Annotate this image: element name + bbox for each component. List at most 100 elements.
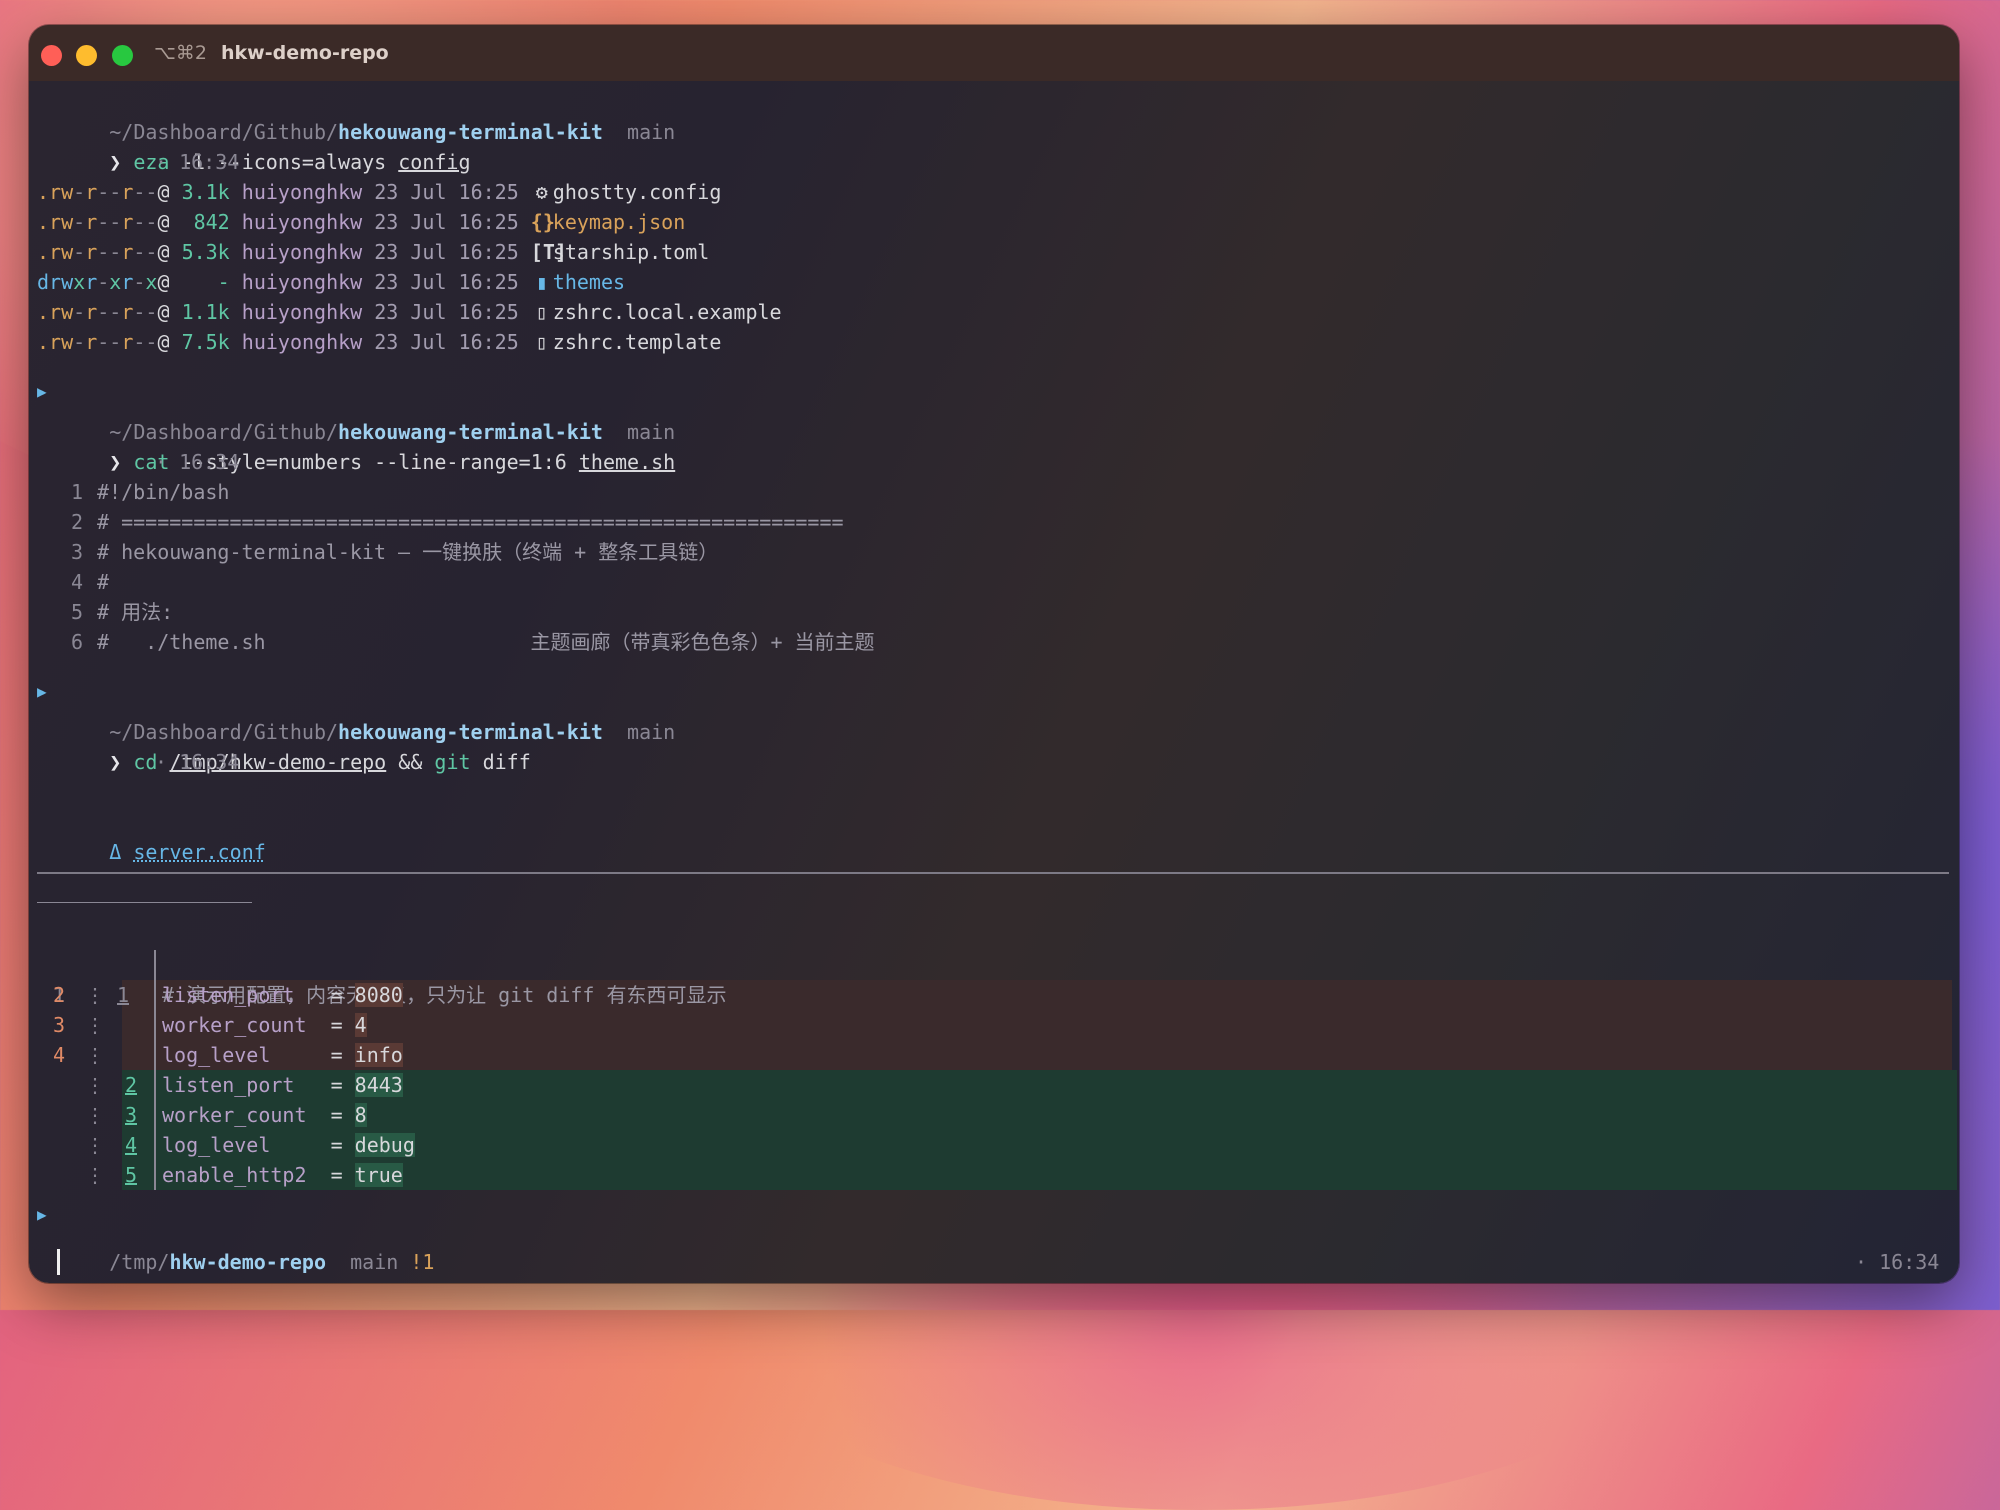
prompt-path-line: ~/Dashboard/Github/hekouwang-terminal-ki…: [37, 87, 675, 144]
command-line: ❯ cat --style=numbers --line-range=1:6 t…: [37, 417, 675, 474]
perm-char: r: [121, 300, 134, 324]
config-eq: =: [318, 1043, 355, 1067]
right-prompt-time: · 16:34: [1855, 1250, 1940, 1274]
code-text: #!/bin/bash: [97, 480, 230, 504]
zoom-button[interactable]: [112, 45, 133, 66]
perm-char: -: [97, 270, 110, 294]
active-command-line[interactable]: ❯: [37, 1247, 121, 1283]
perm-char: -: [133, 210, 146, 234]
perm-char: x: [145, 270, 158, 294]
prompt-chevron: ❯: [109, 750, 122, 774]
perm-flag: @: [157, 180, 170, 204]
command-time: · 16:34: [155, 750, 240, 774]
gutter-dots: ⋮: [85, 1013, 105, 1037]
config-key: enable_http2: [162, 1163, 319, 1187]
perm-flag: @: [157, 300, 170, 324]
prompt-path-line: ~/Dashboard/Github/hekouwang-terminal-ki…: [37, 687, 675, 744]
diff-line-text: listen_port = 8080: [162, 980, 403, 1010]
diff-filename[interactable]: server.conf: [133, 840, 265, 864]
prompt-path-line: /tmp/hkw-demo-repo main !1: [37, 1217, 434, 1274]
config-eq: =: [318, 1163, 355, 1187]
delta-icon: Δ: [109, 840, 122, 864]
listing-row: drwxr-xr-x@ - huiyonghkw 23 Jul 16:25 ▮ t…: [37, 267, 625, 297]
config-value: 8080: [354, 983, 403, 1007]
gutter-dots: ⋮: [85, 1103, 105, 1127]
code-text: # ./theme.sh 主题画廊（带真彩色色条）+ 当前主题: [97, 630, 875, 654]
diff-context-line: 1 ⋮ 1 # 演示用配置，内容无意义，只为让 git diff 有东西可显示: [37, 950, 727, 1007]
json-icon: {}: [530, 210, 555, 234]
perm-char: -: [133, 330, 146, 354]
config-value: 8443: [354, 1073, 403, 1097]
config-value: true: [354, 1163, 403, 1187]
line-number: 2: [71, 510, 84, 534]
diff-line-text: worker_count = 8: [162, 1100, 367, 1130]
file-size: 3.1k: [181, 180, 230, 204]
old-line-number: 4: [53, 1043, 66, 1067]
perm-type: d: [37, 270, 50, 294]
perm-char: r: [49, 300, 62, 324]
command-target[interactable]: theme.sh: [579, 450, 675, 474]
perm-char: -: [73, 330, 86, 354]
perm-char: w: [61, 270, 74, 294]
perm-flag: @: [157, 240, 170, 264]
perm-char: -: [133, 240, 146, 264]
perm-char: -: [73, 300, 86, 324]
perm-type: .: [37, 330, 50, 354]
close-button[interactable]: [41, 45, 62, 66]
perm-char: r: [121, 270, 134, 294]
file-name[interactable]: keymap.json: [553, 210, 685, 234]
perm-char: -: [145, 240, 158, 264]
perm-char: -: [145, 180, 158, 204]
perm-char: r: [85, 210, 98, 234]
diff-line-text: worker_count = 4: [162, 1010, 367, 1040]
perm-char: x: [73, 270, 86, 294]
file-date: 23 Jul 16:25: [374, 300, 519, 324]
file-name[interactable]: zshrc.local.example: [553, 300, 782, 324]
perm-char: -: [133, 300, 146, 324]
git-branch: main: [627, 120, 676, 144]
file-name[interactable]: ghostty.config: [553, 180, 722, 204]
terminal-window[interactable]: ⌥⌘2 hkw-demo-repo ~/Dashboard/Github/hek…: [29, 25, 1959, 1283]
config-key: worker_count: [162, 1013, 319, 1037]
perm-char: -: [109, 330, 122, 354]
perm-char: r: [49, 180, 62, 204]
line-number: 4: [71, 570, 84, 594]
command-line: ❯ eza -l --icons=always config: [37, 117, 470, 174]
added-bg: [122, 1100, 1957, 1130]
new-line-number: 4: [125, 1133, 138, 1157]
terminal-output[interactable]: ~/Dashboard/Github/hekouwang-terminal-ki…: [37, 87, 1957, 1283]
diff-gutter-divider: [154, 950, 156, 1190]
perm-char: -: [109, 240, 122, 264]
perm-char: -: [133, 180, 146, 204]
file-name[interactable]: themes: [553, 270, 625, 294]
listing-row: .rw-r--r--@ 7.5k huiyonghkw 23 Jul 16:25…: [37, 327, 721, 357]
file-icon: ▯: [535, 330, 548, 354]
file-name[interactable]: starship.toml: [553, 240, 710, 264]
new-line-number: 3: [125, 1103, 138, 1127]
toml-icon: [T]: [530, 240, 567, 264]
file-date: 23 Jul 16:25: [374, 180, 519, 204]
config-value: info: [354, 1043, 403, 1067]
perm-type: .: [37, 240, 50, 264]
code-text: # hekouwang-terminal-kit — 一键换肤（终端 + 整条工…: [97, 540, 719, 564]
command-target[interactable]: config: [398, 150, 470, 174]
new-line-number: 1: [117, 983, 130, 1007]
perm-char: r: [121, 210, 134, 234]
perm-char: r: [121, 330, 134, 354]
command-joiner: &&: [386, 750, 435, 774]
file-size: 7.5k: [181, 330, 230, 354]
config-key: log_level: [162, 1133, 319, 1157]
perm-char: r: [85, 240, 98, 264]
diff-line-text: enable_http2 = true: [162, 1160, 403, 1190]
git-branch: main: [627, 720, 676, 744]
diff-file-header: Δ server.conf: [37, 807, 266, 864]
config-key: listen_port: [162, 1073, 319, 1097]
title-bar[interactable]: ⌥⌘2 hkw-demo-repo: [29, 25, 1959, 81]
minimize-button[interactable]: [76, 45, 97, 66]
perm-char: r: [85, 180, 98, 204]
command-name-2: git: [434, 750, 471, 774]
file-name[interactable]: zshrc.template: [553, 330, 722, 354]
file-size: -: [181, 270, 230, 294]
removed-bg: [122, 1010, 1952, 1040]
file-owner: huiyonghkw: [241, 270, 363, 294]
